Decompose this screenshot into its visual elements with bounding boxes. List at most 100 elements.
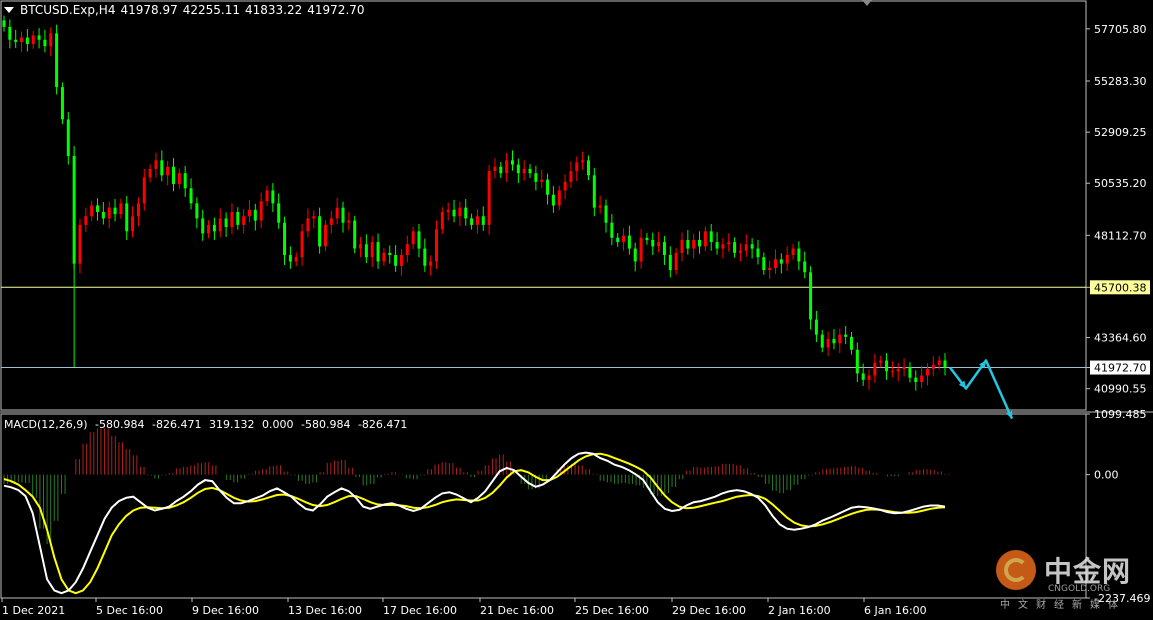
candle-body [259,201,263,221]
candle-body [592,175,596,208]
watermark-sub: 中文财经新媒体 [1000,600,1126,611]
candle-body [738,250,742,253]
candle-body [721,244,725,249]
x-tick-label: 29 Dec 16:00 [672,604,746,617]
price-tick-label: 50535.20 [1094,177,1147,190]
candle-body [867,375,871,380]
candle-body [382,252,386,262]
candle-body [148,168,152,178]
candle-body [230,211,234,228]
candle-body [920,375,924,383]
dropdown-triangle-icon[interactable] [4,7,14,13]
candle-body [376,242,380,262]
candle-body [294,257,298,262]
candle-body [435,229,439,262]
chart-canvas[interactable]: 57705.80 55283.30 52909.25 50535.20 48112.70… [0,0,1153,620]
price-tick-label: 57705.80 [1094,23,1147,36]
candle-body [306,218,310,232]
candle-body [399,255,403,266]
candle-body [774,259,778,268]
candle-body [370,242,374,258]
candle-body [762,257,766,271]
candle-body [645,237,649,240]
close-value: 41972.70 [307,3,365,17]
candle-body [60,87,64,120]
candle-body [405,244,409,256]
high-value: 42255.11 [182,3,240,17]
candle-body [575,162,579,172]
current-price-label: 41972.70 [1094,362,1147,375]
candle-body [335,207,339,219]
price-tick-label: 43364.60 [1094,332,1147,345]
candle-body [288,255,292,262]
candle-body [31,35,35,45]
candle-body [277,203,281,223]
candle-body [779,259,783,264]
support-price-label: 45700.38 [1094,281,1147,294]
candle-body [551,194,555,206]
macd-v3: 319.132 [208,418,255,431]
candle-body [125,203,129,232]
candle-body [470,218,474,225]
candle-body [768,267,772,271]
candle-body [750,244,754,249]
macd-v6: -826.471 [357,418,408,431]
candle-body [791,248,795,256]
symbol-label: BTCUSD.Exp,H4 [20,3,116,17]
candle-body [937,360,941,365]
macd-signal-line [3,452,946,595]
candle-body [627,235,631,249]
candle-body [703,231,707,247]
candle-body [522,168,526,174]
candle-body [300,231,304,258]
candle-body [364,244,368,258]
candle-body [814,319,818,335]
candle-body [142,177,146,204]
candle-body [347,220,351,223]
candle-body [49,33,53,47]
x-tick-label: 17 Dec 16:00 [383,604,457,617]
candle-body [183,173,187,189]
candle-body [8,26,12,40]
candle-body [113,207,117,215]
candle-body [464,207,468,219]
candle-body [90,205,94,217]
low-value: 41833.22 [245,3,303,17]
candle-body [458,207,462,217]
candle-body [493,166,497,172]
macd-name: MACD(12,26,9) [4,418,88,431]
candle-body [131,216,135,232]
price-header: BTCUSD.Exp,H4 41978.97 42255.11 41833.22… [4,3,370,17]
candle-body [218,218,222,232]
chart-shift-marker[interactable] [862,0,872,6]
candle-body [943,360,947,367]
candle-body [452,209,456,217]
x-tick-label: 2 Jan 16:00 [768,604,831,617]
macd-v1: -580.984 [95,418,145,431]
watermark-site: CNGOLD.ORG [1048,584,1111,594]
candle-body [177,173,181,184]
candle-body [820,334,824,348]
candle-body [651,239,655,247]
candle-body [849,336,853,350]
candle-body [171,166,175,184]
candle-body [20,37,24,42]
candle-body [844,334,848,337]
candle-body [2,20,6,27]
candle-body [657,242,661,247]
candle-body [902,366,906,370]
candle-body [446,209,450,212]
candle-body [341,207,345,223]
candle-body [154,160,158,169]
candle-body [271,190,275,204]
candle-body [662,242,666,256]
candle-body [692,239,696,249]
candle-body [727,242,731,245]
candle-body [604,205,608,223]
candle-body [14,39,18,42]
candle-body [861,373,865,380]
price-tick-label: 48112.70 [1094,229,1147,242]
candle-body [499,166,503,174]
candle-body [715,242,719,249]
candle-body [247,209,251,217]
